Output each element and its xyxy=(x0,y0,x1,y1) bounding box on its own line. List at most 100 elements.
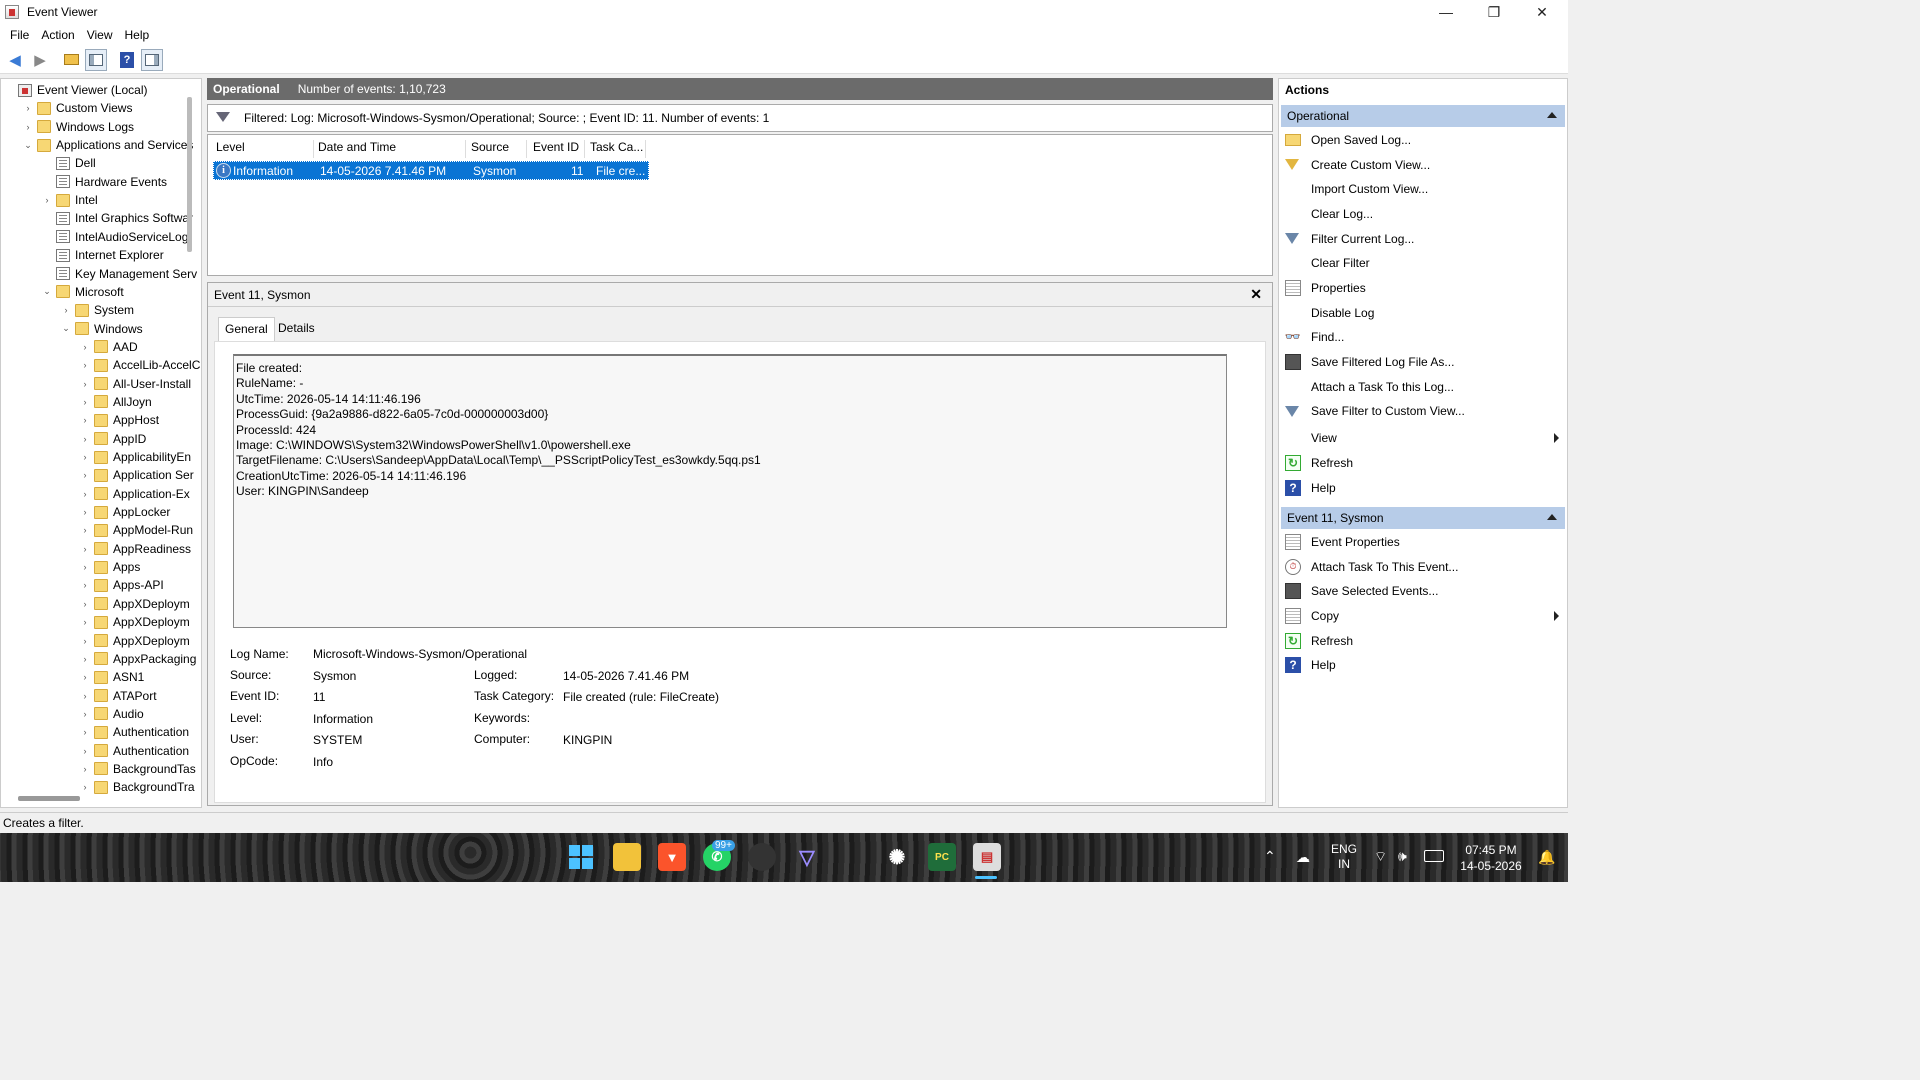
help-icon[interactable]: ? xyxy=(116,49,138,71)
expand-chevron-icon[interactable]: › xyxy=(79,342,91,352)
action-clear-log[interactable]: Clear Log... xyxy=(1285,204,1563,224)
tree-item[interactable]: › AppID xyxy=(79,430,147,448)
tree-item[interactable]: Dell xyxy=(41,154,96,172)
tree-item[interactable]: › AppXDeploym xyxy=(79,632,190,650)
pycharm-icon[interactable]: PC xyxy=(928,843,956,871)
action-view[interactable]: View xyxy=(1285,428,1563,448)
tree-vertical-scrollbar[interactable] xyxy=(187,97,192,252)
expand-chevron-icon[interactable]: › xyxy=(79,452,91,462)
collapse-icon[interactable] xyxy=(1547,112,1557,118)
tree-item[interactable]: › ApplicabilityEn xyxy=(79,448,192,466)
brave-browser-icon[interactable]: ▼ xyxy=(658,843,686,871)
collapse-chevron-icon[interactable]: ⌄ xyxy=(60,323,72,334)
back-icon[interactable]: ◀ xyxy=(4,49,26,71)
expand-chevron-icon[interactable]: › xyxy=(79,782,91,792)
column-task-category[interactable]: Task Ca... xyxy=(586,140,646,158)
language-indicator[interactable]: ENG IN xyxy=(1326,842,1362,872)
tree-item[interactable]: › AllJoyn xyxy=(79,393,152,411)
actions-section-operational[interactable]: Operational xyxy=(1281,105,1565,127)
event-list[interactable]: Level Date and Time Source Event ID Task… xyxy=(207,134,1273,276)
tree-item[interactable]: › ATAPort xyxy=(79,687,157,705)
collapse-chevron-icon[interactable]: ⌄ xyxy=(41,286,53,297)
tree-item[interactable]: Intel Graphics Softwar xyxy=(41,209,193,227)
tree-item[interactable]: › Apps xyxy=(79,558,141,576)
expand-chevron-icon[interactable]: › xyxy=(79,360,91,370)
column-date-and-time[interactable]: Date and Time xyxy=(314,140,466,158)
up-folder-icon[interactable] xyxy=(60,49,82,71)
chatgpt-icon[interactable]: ✺ xyxy=(883,843,911,871)
menu-action[interactable]: Action xyxy=(35,28,80,42)
tree-item[interactable]: › Windows Logs xyxy=(22,118,135,136)
expand-chevron-icon[interactable]: › xyxy=(79,525,91,535)
tree-item[interactable]: › AAD xyxy=(79,338,138,356)
action-clear-filter[interactable]: Clear Filter xyxy=(1285,253,1563,273)
expand-chevron-icon[interactable]: › xyxy=(79,691,91,701)
expand-chevron-icon[interactable]: › xyxy=(79,489,91,499)
show-hide-action-pane-icon[interactable] xyxy=(141,48,163,71)
expand-chevron-icon[interactable]: › xyxy=(79,507,91,517)
menu-view[interactable]: View xyxy=(81,28,119,42)
expand-chevron-icon[interactable]: › xyxy=(79,746,91,756)
source-value[interactable]: Sysmon xyxy=(313,669,356,683)
tree-item[interactable]: › ASN1 xyxy=(79,668,145,686)
action-save-selected-events[interactable]: Save Selected Events... xyxy=(1285,581,1563,601)
action-import-custom-view[interactable]: Import Custom View... xyxy=(1285,179,1563,199)
console-tree[interactable]: Event Viewer (Local) › Custom Views › Window… xyxy=(0,78,202,808)
expand-chevron-icon[interactable]: › xyxy=(79,654,91,664)
log-name-value[interactable]: Microsoft-Windows-Sysmon/Operational xyxy=(313,647,527,661)
action-help[interactable]: ? Help xyxy=(1285,478,1563,498)
wifi-icon[interactable]: ⌔ xyxy=(1374,848,1387,866)
tree-item[interactable]: Internet Explorer xyxy=(41,246,164,264)
collapse-icon[interactable] xyxy=(1547,514,1557,520)
menu-file[interactable]: File xyxy=(4,28,35,42)
tree-item[interactable]: Hardware Events xyxy=(41,173,167,191)
expand-chevron-icon[interactable]: › xyxy=(79,672,91,682)
event-message[interactable]: File created: RuleName: - UtcTime: 2026-… xyxy=(233,354,1227,628)
expand-chevron-icon[interactable]: › xyxy=(79,470,91,480)
tree-item[interactable]: ⌄ Applications and Services xyxy=(22,136,193,154)
tree-item[interactable]: › Apps-API xyxy=(79,576,164,594)
forward-icon[interactable]: ▶ xyxy=(29,49,51,71)
action-refresh[interactable]: ↻ Refresh xyxy=(1285,631,1563,651)
tree-item[interactable]: › AppHost xyxy=(79,411,160,429)
tree-item[interactable]: › Application-Ex xyxy=(79,485,190,503)
expand-chevron-icon[interactable]: › xyxy=(79,727,91,737)
file-explorer-icon[interactable] xyxy=(613,843,641,871)
collapse-chevron-icon[interactable]: ⌄ xyxy=(22,140,34,151)
logged-value[interactable]: 14-05-2026 7.41.46 PM xyxy=(563,669,689,683)
action-create-custom-view[interactable]: Create Custom View... xyxy=(1285,155,1563,175)
tree-item[interactable]: › Custom Views xyxy=(22,99,133,117)
notifications-icon[interactable]: 🔔 xyxy=(1538,849,1555,866)
opcode-value[interactable]: Info xyxy=(313,755,333,769)
tree-item[interactable]: › BackgroundTra xyxy=(79,778,195,796)
expand-chevron-icon[interactable]: › xyxy=(79,636,91,646)
column-source[interactable]: Source xyxy=(467,140,527,158)
action-filter-current-log[interactable]: Filter Current Log... xyxy=(1285,229,1563,249)
proton-vpn-icon[interactable]: ▽ xyxy=(793,843,821,871)
expand-chevron-icon[interactable]: › xyxy=(79,580,91,590)
expand-chevron-icon[interactable]: › xyxy=(79,434,91,444)
expand-chevron-icon[interactable]: › xyxy=(60,305,72,315)
expand-chevron-icon[interactable]: › xyxy=(79,709,91,719)
volume-icon[interactable]: 🕪 xyxy=(1398,848,1407,865)
tree-item[interactable]: › AppModel-Run xyxy=(79,521,194,539)
clock[interactable]: 07:45 PM 14-05-2026 xyxy=(1454,842,1528,874)
expand-chevron-icon[interactable]: › xyxy=(79,599,91,609)
event-id-value[interactable]: 11 xyxy=(313,690,325,704)
tree-item[interactable]: Key Management Serv xyxy=(41,265,197,283)
expand-chevron-icon[interactable]: › xyxy=(79,764,91,774)
action-properties[interactable]: Properties xyxy=(1285,278,1563,298)
tree-item[interactable]: ⌄ Windows xyxy=(60,320,142,338)
show-hide-tree-icon[interactable] xyxy=(85,48,107,71)
action-help[interactable]: ? Help xyxy=(1285,655,1563,675)
task-category-value[interactable]: File created (rule: FileCreate) xyxy=(563,690,719,704)
close-icon[interactable]: ✕ xyxy=(1250,286,1262,303)
expand-chevron-icon[interactable]: › xyxy=(79,562,91,572)
action-open-saved-log[interactable]: Open Saved Log... xyxy=(1285,130,1563,150)
expand-chevron-icon[interactable]: › xyxy=(22,103,34,113)
actions-section-event[interactable]: Event 11, Sysmon xyxy=(1281,507,1565,529)
tree-item[interactable]: › BackgroundTas xyxy=(79,760,196,778)
tree-item[interactable]: › AppXDeploym xyxy=(79,595,190,613)
expand-chevron-icon[interactable]: › xyxy=(79,544,91,554)
tree-horizontal-scrollbar[interactable] xyxy=(18,796,80,801)
